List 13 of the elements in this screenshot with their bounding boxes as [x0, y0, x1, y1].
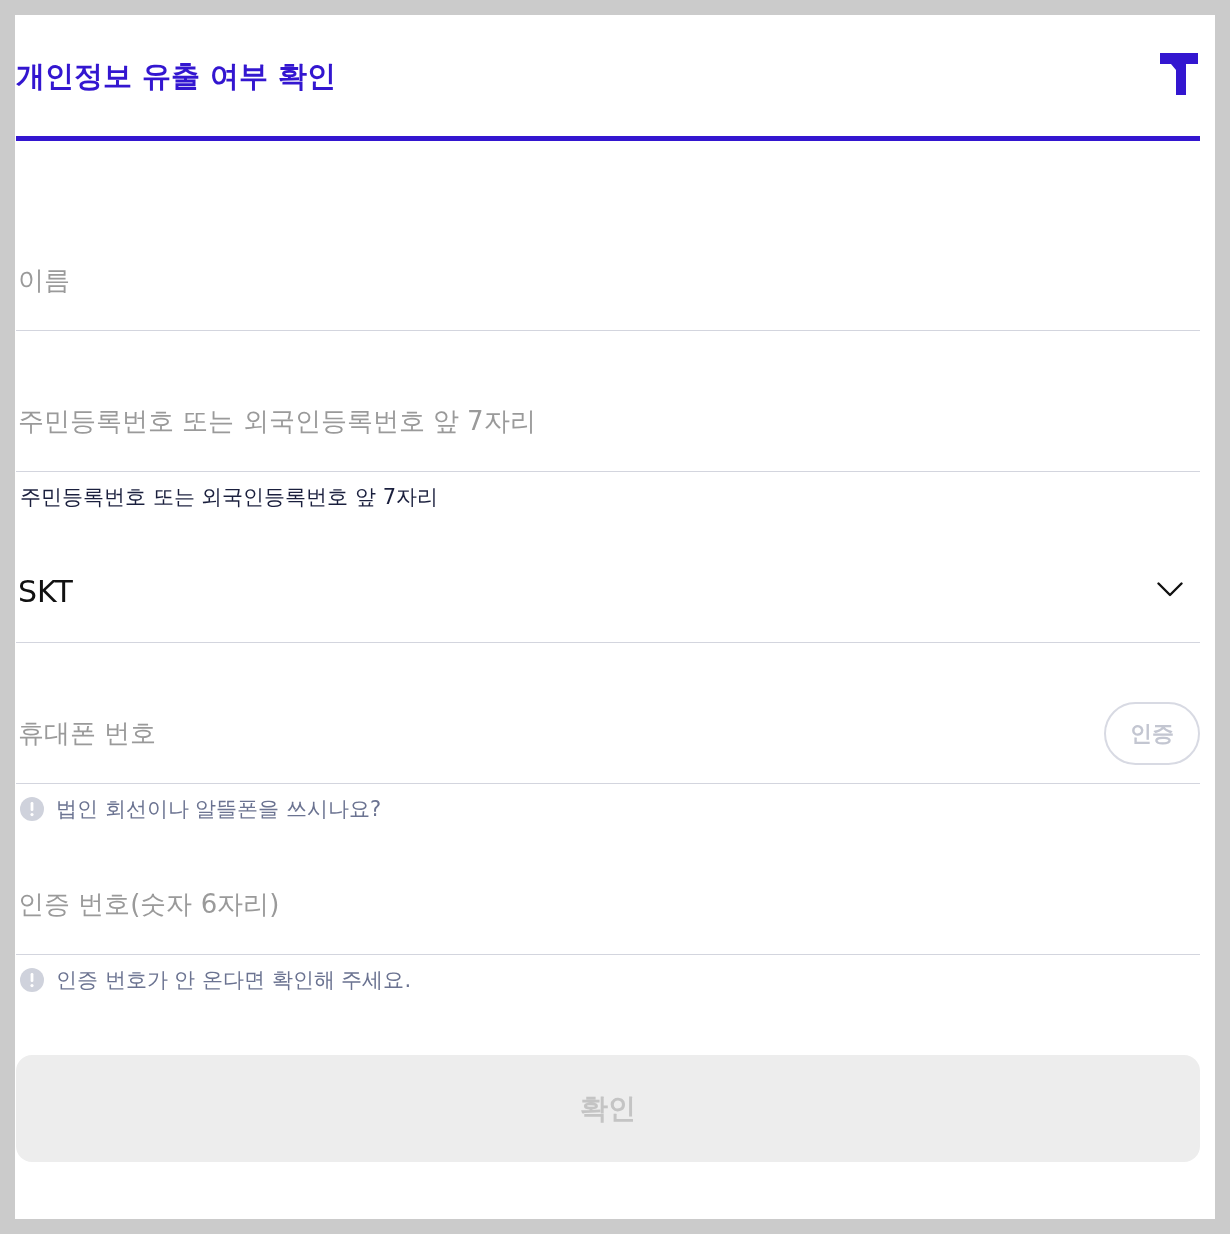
notice-text: 법인 회선이나 알뜰폰을 쓰시나요?: [56, 796, 382, 823]
alert-icon: [20, 797, 44, 821]
alert-icon: [20, 968, 44, 992]
input-field[interactable]: 이름: [16, 260, 1200, 300]
helper-text: 주민등록번호 또는 외국인등록번호 앞 7자리: [20, 484, 439, 511]
input-field[interactable]: 휴대폰 번호: [16, 713, 1094, 753]
input-field[interactable]: 주민등록번호 또는 외국인등록번호 앞 7자리: [16, 401, 1200, 441]
input-field[interactable]: 인증 번호(숫자 6자리): [16, 884, 1200, 924]
notice-text: 인증 번호가 안 온다면 확인해 주세요.: [56, 967, 412, 994]
logo-icon: [1160, 53, 1198, 95]
page-title: 개인정보 유출 여부 확인: [16, 57, 337, 95]
chevron-down-icon: [1157, 581, 1183, 597]
carrier-dropdown[interactable]: SKT: [16, 552, 1200, 643]
